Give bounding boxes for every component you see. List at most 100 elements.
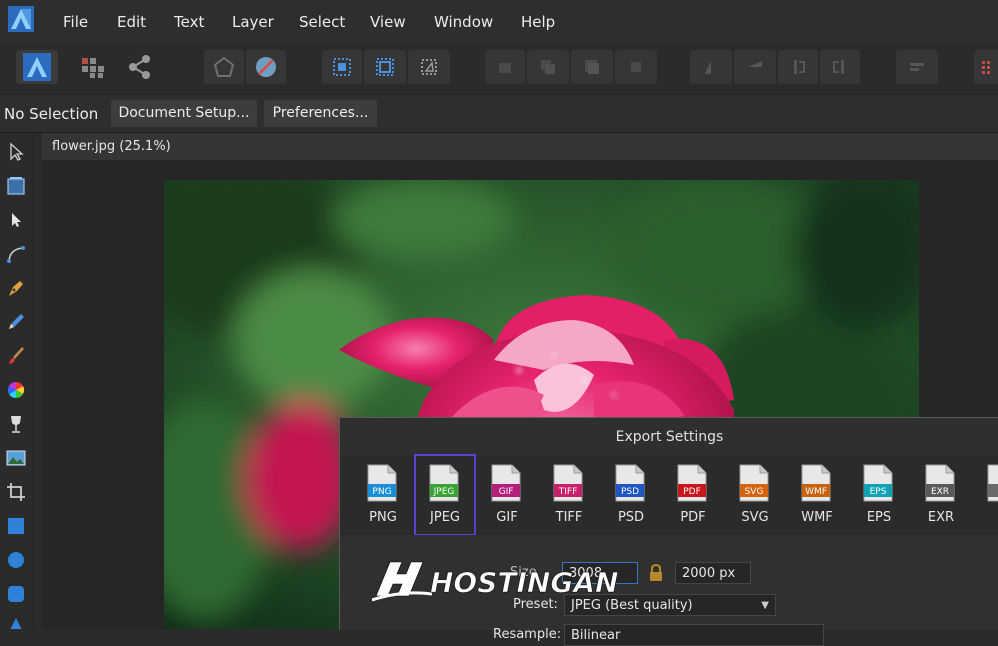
file-exr-icon: EXR [925,464,955,502]
document-tab[interactable]: flower.jpg (25.1%) [42,133,998,160]
node-tool[interactable] [3,207,29,233]
flip-icon-1 [705,60,711,74]
ellipse-tool[interactable] [3,547,29,573]
persona-photo-icon [23,53,51,81]
corner-tool[interactable] [3,241,29,267]
paint-brush-icon [9,347,24,364]
format-label: H [972,510,998,525]
format-h[interactable]: HH [972,456,998,534]
select-button-1[interactable] [322,50,362,84]
file-svg-icon: SVG [739,464,769,502]
persona-photo-button[interactable] [16,50,58,84]
menu-file[interactable]: File [63,13,88,31]
file-gif-icon: GIF [491,464,521,502]
format-pdf[interactable]: PDF PDF [662,456,724,534]
flip-button-2[interactable] [734,50,776,84]
format-png[interactable]: PNG PNG [352,456,414,534]
menu-edit[interactable]: Edit [117,13,146,31]
pentagon-button[interactable] [204,50,244,84]
pencil-icon [9,314,24,329]
format-gif[interactable]: GIF GIF [476,456,538,534]
format-label: JPEG [430,510,460,525]
curve-node-icon [7,246,25,263]
select-icon-2 [376,58,394,76]
format-label: EXR [927,510,955,525]
format-svg[interactable]: SVG SVG [724,456,786,534]
flip-button-1[interactable] [690,50,732,84]
file-eps-icon: EPS [863,464,893,502]
artboard-tool[interactable] [3,173,29,199]
select-button-3[interactable] [408,50,450,84]
persona-grid-button[interactable] [74,50,112,84]
format-label: TIFF [555,510,583,525]
svg-text:EPS: EPS [870,487,887,497]
align-icon-2 [541,60,555,74]
preferences-button[interactable]: Preferences... [264,100,377,127]
share-button[interactable] [120,50,160,84]
resample-dropdown[interactable]: Bilinear [564,624,824,646]
align-icon-1 [499,63,511,73]
flip-button-4[interactable] [820,50,860,84]
pencil-tool[interactable] [3,309,29,335]
no-brush-button[interactable] [246,50,286,84]
context-toolbar: No Selection Document Setup... Preferenc… [0,95,998,133]
format-wmf[interactable]: WMF WMF [786,456,848,534]
grid-snap-button[interactable] [974,50,998,84]
align-button-1[interactable] [485,50,525,84]
menu-layer[interactable]: Layer [232,13,274,31]
rectangle-tool[interactable] [3,513,29,539]
svg-text:PDF: PDF [683,487,701,497]
file-psd-icon: PSD [615,464,645,502]
resample-label: Resample: [493,627,562,642]
grid-icon [82,58,104,78]
height-input[interactable]: 2000 px [675,562,751,584]
select-button-2[interactable] [364,50,406,84]
file-h-icon: H [987,464,998,502]
format-psd[interactable]: PSD PSD [600,456,662,534]
triangle-tool[interactable] [3,613,29,629]
arrange-button[interactable] [896,50,938,84]
watermark-text: HOSTINGAN [430,566,618,599]
svg-text:PSD: PSD [621,487,639,497]
format-tiff[interactable]: TIFF TIFF [538,456,600,534]
menu-view[interactable]: View [370,13,406,31]
fill-tool[interactable] [3,377,29,403]
format-exr[interactable]: EXR EXR [910,456,972,534]
selection-status: No Selection [4,105,99,123]
svg-text:TIFF: TIFF [558,487,578,497]
flip-button-3[interactable] [778,50,818,84]
menu-select[interactable]: Select [299,13,345,31]
lock-icon[interactable] [648,563,664,583]
menu-bar: File Edit Text Layer Select View Window … [0,0,998,42]
align-button-3[interactable] [571,50,613,84]
move-tool[interactable] [3,139,29,165]
document-setup-button[interactable]: Document Setup... [111,100,257,127]
crop-tool[interactable] [3,479,29,505]
transparency-tool[interactable] [3,411,29,437]
menu-help[interactable]: Help [521,13,555,31]
select-icon-3 [421,59,437,75]
align-button-2[interactable] [527,50,569,84]
menu-window[interactable]: Window [434,13,493,31]
pointer-arrow-icon [10,142,24,161]
menu-text[interactable]: Text [174,13,204,31]
align-icon-4 [631,62,641,72]
align-button-4[interactable] [615,50,657,84]
format-eps[interactable]: EPS EPS [848,456,910,534]
rectangle-shape-icon [8,518,24,534]
affinity-logo-icon[interactable] [8,6,34,32]
file-tiff-icon: TIFF [553,464,583,502]
pen-tool[interactable] [3,275,29,301]
rounded-rectangle-tool[interactable] [3,581,29,607]
flip-icon-4 [833,60,844,74]
file-wmf-icon: WMF [801,464,831,502]
triangle-shape-icon [10,618,22,629]
flip-icon-3 [794,60,805,74]
wine-glass-icon [11,416,21,433]
svg-text:GIF: GIF [499,487,514,497]
format-jpeg[interactable]: JPEG JPEG [414,454,476,536]
file-pdf-icon: PDF [677,464,707,502]
rounded-rectangle-icon [8,586,24,602]
brush-tool[interactable] [3,343,29,369]
place-image-tool[interactable] [3,445,29,471]
